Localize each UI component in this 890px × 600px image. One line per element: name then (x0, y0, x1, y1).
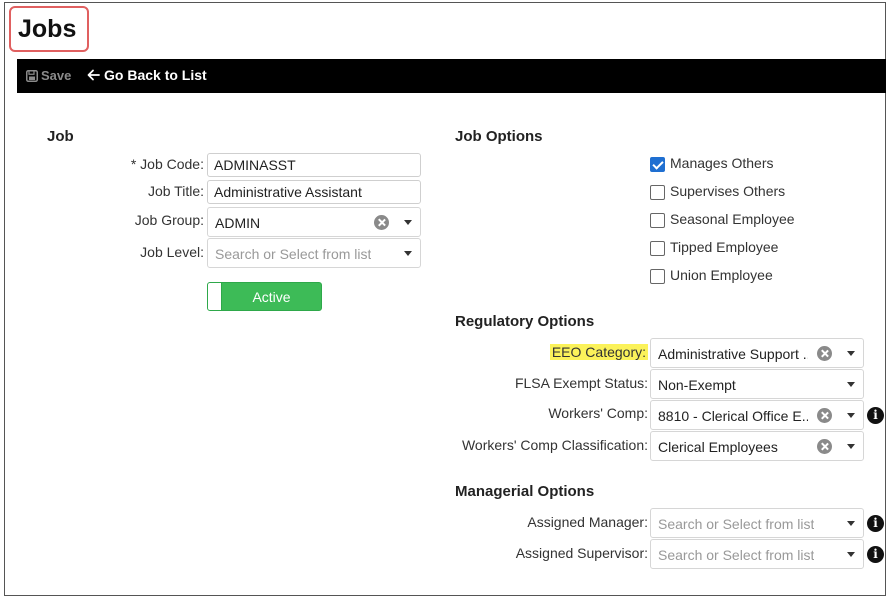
clear-icon[interactable] (817, 408, 832, 423)
job-title-label: Job Title: (147, 183, 204, 199)
eeo-category-label: EEO Category: (440, 344, 648, 360)
tipped-employee-checkbox[interactable] (650, 241, 665, 256)
toolbar: Save Go Back to List (17, 59, 886, 93)
job-level-label: Job Level: (140, 244, 204, 260)
assigned-manager-select[interactable]: Search or Select from list (650, 508, 864, 538)
assigned-supervisor-select[interactable]: Search or Select from list (650, 539, 864, 569)
job-code-field[interactable]: ADMINASST (207, 153, 421, 177)
job-level-select[interactable]: Search or Select from list (207, 238, 421, 268)
flsa-exempt-status-label: FLSA Exempt Status: (514, 375, 648, 391)
job-code-label: * Job Code: (130, 156, 204, 172)
workers-comp-label: Workers' Comp: (548, 405, 648, 421)
chevron-down-icon[interactable] (847, 382, 855, 387)
job-options-heading: Job Options (455, 128, 543, 145)
workers-comp-classification-select[interactable]: Clerical Employees (650, 431, 864, 461)
chevron-down-icon[interactable] (404, 220, 412, 225)
assigned-manager-label: Assigned Manager: (527, 514, 648, 530)
chevron-down-icon[interactable] (847, 444, 855, 449)
union-employee-checkbox[interactable] (650, 269, 665, 284)
flsa-exempt-status-select[interactable]: Non-Exempt (650, 369, 864, 399)
assigned-manager-placeholder: Search or Select from list (658, 516, 815, 532)
manages-others-checkbox[interactable] (650, 157, 665, 172)
job-level-placeholder: Search or Select from list (215, 246, 372, 262)
chevron-down-icon[interactable] (847, 521, 855, 526)
eeo-category-value: Administrative Support ... (658, 346, 808, 362)
chevron-down-icon[interactable] (847, 351, 855, 356)
info-icon[interactable]: i (867, 515, 884, 532)
chevron-down-icon[interactable] (404, 251, 412, 256)
chevron-down-icon[interactable] (847, 413, 855, 418)
workers-comp-classification-value: Clerical Employees (658, 439, 778, 455)
save-label: Save (41, 68, 72, 83)
job-title-field[interactable]: Administrative Assistant (207, 180, 421, 204)
workers-comp-value: 8810 - Clerical Office E... (658, 408, 808, 424)
supervises-others-checkbox[interactable] (650, 185, 665, 200)
job-group-label: Job Group: (134, 212, 204, 228)
back-to-list-button[interactable]: Go Back to List (87, 67, 207, 83)
workers-comp-classification-label: Workers' Comp Classification: (461, 437, 648, 453)
clear-icon[interactable] (817, 439, 832, 454)
info-icon[interactable]: i (867, 546, 884, 563)
job-group-value: ADMIN (215, 215, 261, 231)
chevron-down-icon[interactable] (847, 552, 855, 557)
tipped-employee-label: Tipped Employee (670, 239, 779, 255)
arrow-left-icon (87, 69, 100, 81)
clear-icon[interactable] (374, 215, 389, 230)
save-icon (26, 69, 38, 82)
clear-icon[interactable] (817, 346, 832, 361)
back-label: Go Back to List (104, 67, 207, 83)
flsa-exempt-status-value: Non-Exempt (658, 377, 736, 393)
union-employee-label: Union Employee (670, 267, 773, 283)
save-button[interactable]: Save (26, 68, 71, 83)
workers-comp-select[interactable]: 8810 - Clerical Office E... (650, 400, 864, 430)
assigned-supervisor-placeholder: Search or Select from list (658, 547, 815, 563)
job-heading: Job (47, 128, 74, 145)
seasonal-employee-checkbox[interactable] (650, 213, 665, 228)
managerial-options-heading: Managerial Options (455, 483, 595, 500)
active-toggle[interactable]: Active (207, 282, 322, 311)
toggle-label: Active (252, 289, 291, 305)
toggle-knob (208, 283, 222, 310)
regulatory-options-heading: Regulatory Options (455, 313, 595, 330)
page-title: Jobs (18, 15, 77, 43)
eeo-category-label-text: EEO Category: (549, 344, 648, 360)
eeo-category-select[interactable]: Administrative Support ... (650, 338, 864, 368)
seasonal-employee-label: Seasonal Employee (670, 211, 795, 227)
info-icon[interactable]: i (867, 407, 884, 424)
job-group-select[interactable]: ADMIN (207, 207, 421, 237)
supervises-others-label: Supervises Others (670, 183, 786, 199)
manages-others-label: Manages Others (670, 155, 774, 171)
assigned-supervisor-label: Assigned Supervisor: (515, 545, 648, 561)
